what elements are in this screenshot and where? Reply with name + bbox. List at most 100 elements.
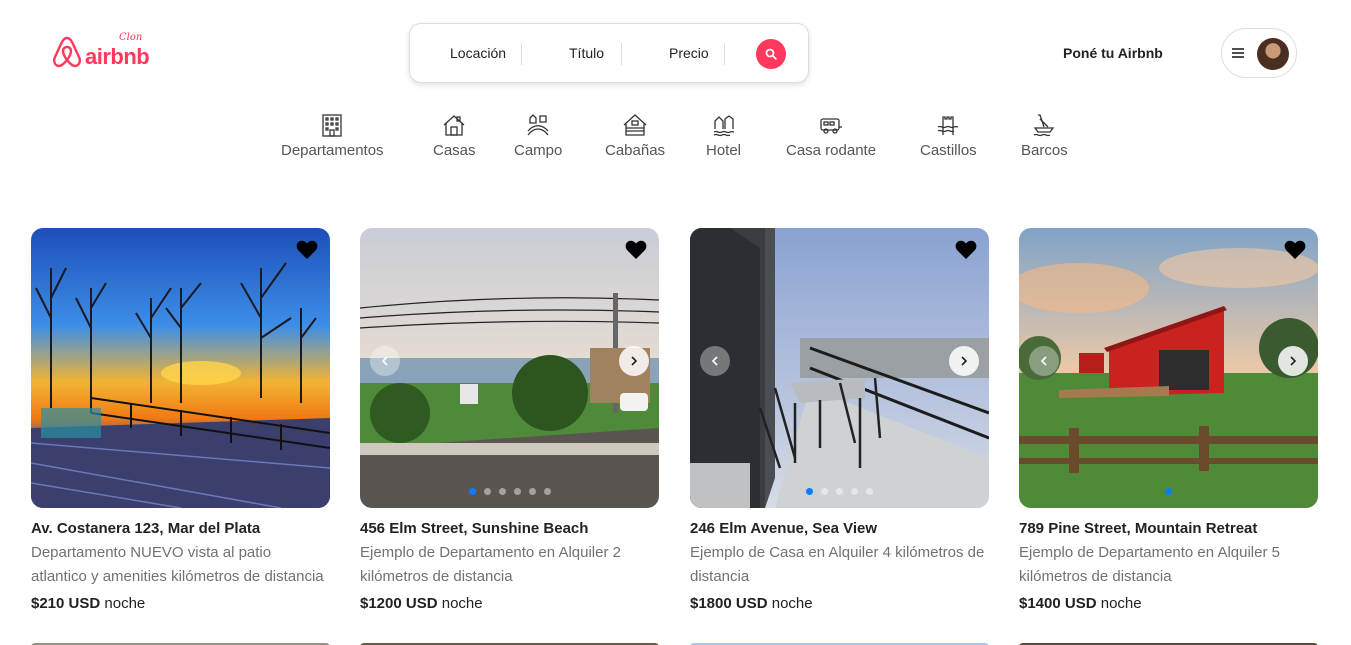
category-castillos[interactable]: Castillos — [920, 113, 977, 159]
logo-wordmark: airbnb — [85, 44, 150, 69]
carousel-dots — [690, 488, 989, 495]
boat-icon — [1033, 114, 1055, 137]
category-campo[interactable]: Campo — [514, 113, 562, 159]
search-divider — [724, 43, 725, 65]
category-label: Departamentos — [281, 142, 384, 159]
carousel-dot[interactable] — [821, 488, 828, 495]
listing-photo[interactable] — [31, 228, 330, 508]
chevron-right-icon — [1290, 356, 1297, 366]
chevron-right-icon — [631, 356, 638, 366]
carousel-prev-button[interactable] — [370, 346, 400, 376]
category-label: Casas — [433, 142, 476, 159]
price-unit: noche — [771, 595, 813, 612]
house-icon — [443, 115, 465, 136]
category-casa-rodante[interactable]: Casa rodante — [786, 113, 876, 159]
camper-icon — [820, 118, 843, 134]
price-amount: $1400 USD — [1019, 595, 1097, 612]
chevron-right-icon — [961, 356, 968, 366]
category-casas[interactable]: Casas — [433, 113, 476, 159]
category-label: Barcos — [1021, 142, 1068, 159]
carousel-dots — [360, 488, 659, 495]
chevron-left-icon — [381, 356, 388, 366]
carousel-dot[interactable] — [1165, 488, 1172, 495]
carousel-dots — [1019, 488, 1318, 495]
listing-description: Ejemplo de Casa en Alquiler 4 kilómetros… — [690, 544, 985, 585]
host-link[interactable]: Poné tu Airbnb — [1063, 45, 1163, 61]
listing-title: 246 Elm Avenue, Sea View — [690, 520, 878, 537]
carousel-dot[interactable] — [513, 488, 521, 495]
listing-description: Ejemplo de Departamento en Alquiler 2 ki… — [360, 544, 621, 585]
carousel-dot[interactable] — [483, 488, 491, 495]
hotel-icon — [713, 115, 734, 137]
castle-icon — [937, 116, 959, 135]
building-icon — [322, 114, 342, 137]
listing-photo-sunset — [31, 228, 330, 508]
carousel-dot[interactable] — [836, 488, 843, 495]
carousel-next-button[interactable] — [949, 346, 979, 376]
user-menu-button[interactable] — [1221, 28, 1297, 78]
search-title[interactable]: Título — [569, 45, 604, 61]
search-divider — [521, 43, 522, 65]
category-label: Castillos — [920, 142, 977, 159]
chevron-left-icon — [1040, 356, 1047, 366]
search-bar[interactable]: Locación Título Precio — [409, 23, 809, 83]
listing-title: 456 Elm Street, Sunshine Beach — [360, 520, 589, 537]
listing-photo-beach — [360, 228, 659, 508]
carousel-prev-button[interactable] — [1029, 346, 1059, 376]
carousel-next-button[interactable] — [1278, 346, 1308, 376]
listing-title: Av. Costanera 123, Mar del Plata — [31, 520, 261, 537]
logo-badge: Clon — [119, 32, 143, 43]
carousel-dot[interactable] — [468, 488, 476, 495]
listing-photo[interactable] — [360, 228, 659, 508]
listing-title: 789 Pine Street, Mountain Retreat — [1019, 520, 1258, 537]
carousel-dot[interactable] — [543, 488, 551, 495]
favorite-heart-icon[interactable] — [295, 238, 319, 262]
category-hotel[interactable]: Hotel — [706, 113, 741, 159]
search-location[interactable]: Locación — [450, 45, 506, 61]
listing-card[interactable]: 456 Elm Street, Sunshine Beach Ejemplo d… — [360, 228, 659, 612]
listing-description: Departamento NUEVO vista al patio atlant… — [31, 544, 324, 585]
category-barcos[interactable]: Barcos — [1021, 113, 1068, 159]
price-unit: noche — [441, 595, 483, 612]
search-button[interactable] — [756, 39, 786, 69]
price-unit: noche — [1100, 595, 1142, 612]
category-label: Hotel — [706, 142, 742, 159]
search-price[interactable]: Precio — [669, 45, 709, 61]
listing-photo[interactable] — [1019, 228, 1318, 508]
category-cabanas[interactable]: Cabañas — [605, 113, 665, 159]
favorite-heart-icon[interactable] — [1283, 238, 1307, 262]
listing-card[interactable]: 246 Elm Avenue, Sea View Ejemplo de Casa… — [690, 228, 989, 612]
hamburger-menu-icon — [1232, 48, 1244, 58]
listing-card[interactable]: Av. Costanera 123, Mar del Plata Departa… — [31, 228, 330, 612]
price-unit: noche — [104, 595, 146, 612]
price-amount: $210 USD — [31, 595, 101, 612]
price-amount: $1800 USD — [690, 595, 768, 612]
category-label: Casa rodante — [786, 142, 877, 159]
listing-photo-red-cabin — [1019, 228, 1318, 508]
carousel-dot[interactable] — [806, 488, 813, 495]
carousel-next-button[interactable] — [619, 346, 649, 376]
airbnb-logo-icon — [52, 36, 82, 68]
search-icon — [765, 48, 777, 60]
carousel-dot[interactable] — [528, 488, 536, 495]
listing-description: Ejemplo de Departamento en Alquiler 5 ki… — [1019, 544, 1280, 585]
category-label: Cabañas — [605, 142, 666, 159]
listing-price: $210 USD noche — [31, 595, 330, 612]
carousel-prev-button[interactable] — [700, 346, 730, 376]
listing-photo-balcony — [690, 228, 989, 508]
carousel-dot[interactable] — [498, 488, 506, 495]
favorite-heart-icon[interactable] — [954, 238, 978, 262]
category-departamentos[interactable]: Departamentos — [281, 113, 384, 159]
favorite-heart-icon[interactable] — [624, 238, 648, 262]
cabin-icon — [623, 114, 647, 136]
category-label: Campo — [514, 142, 563, 159]
listing-photo[interactable] — [690, 228, 989, 508]
carousel-dot[interactable] — [851, 488, 858, 495]
price-amount: $1200 USD — [360, 595, 438, 612]
listing-price: $1800 USD noche — [690, 595, 989, 612]
listing-card[interactable]: 789 Pine Street, Mountain Retreat Ejempl… — [1019, 228, 1318, 612]
logo[interactable]: airbnb Clon — [52, 32, 150, 69]
search-divider — [621, 43, 622, 65]
listing-price: $1400 USD noche — [1019, 595, 1318, 612]
carousel-dot[interactable] — [866, 488, 873, 495]
